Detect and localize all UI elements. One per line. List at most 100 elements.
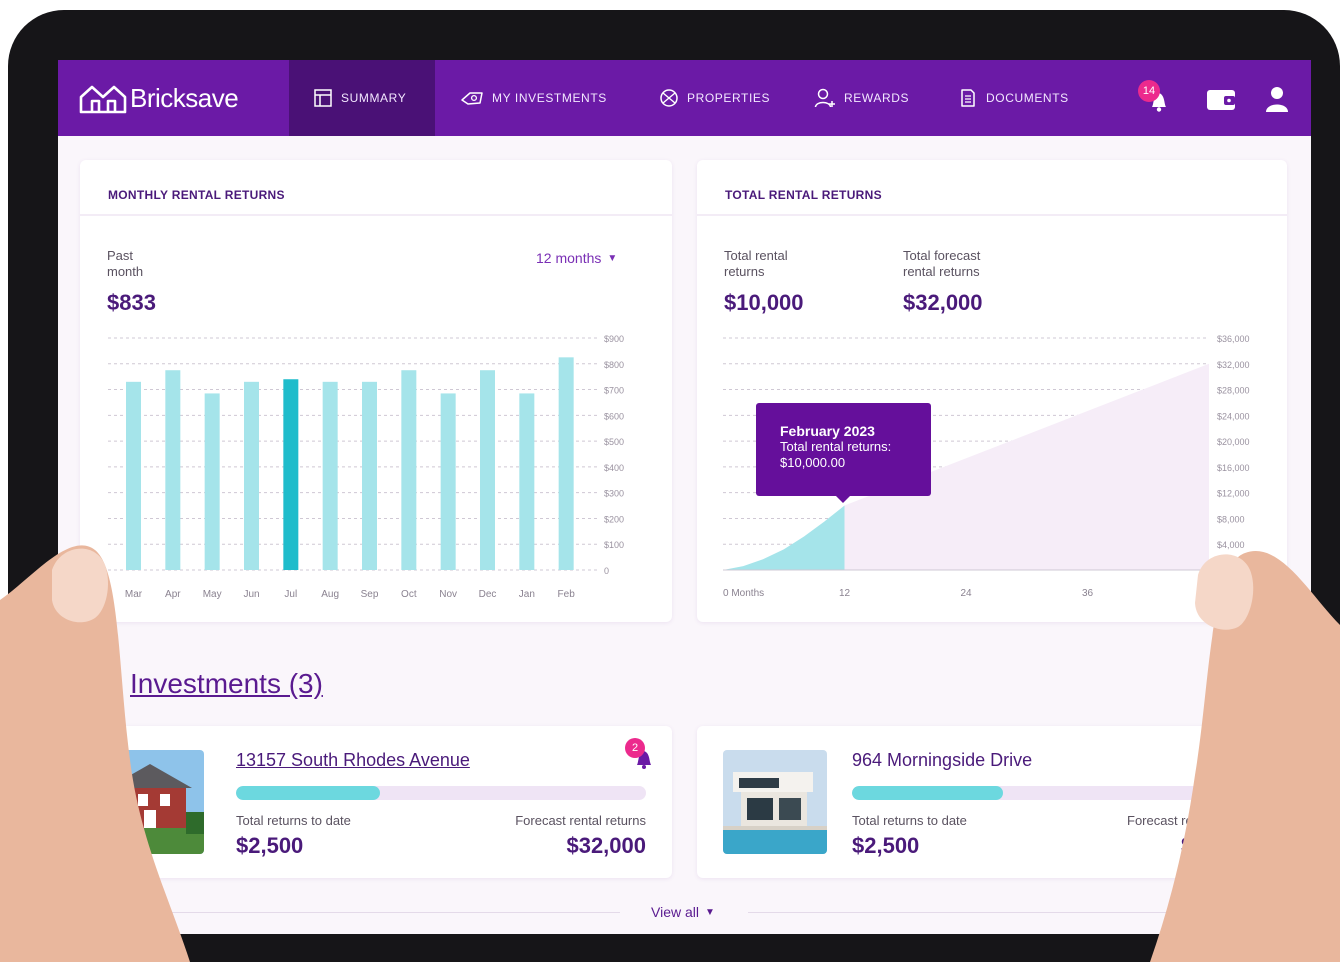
globe-icon — [660, 89, 678, 107]
brand-logo[interactable]: Bricksave — [78, 80, 239, 116]
notifications-button[interactable]: 14 — [1138, 80, 1176, 116]
divider — [748, 912, 1200, 913]
forecast-returns-label: Forecast rental returns — [1127, 813, 1258, 828]
app-screen: Bricksave SUMMARY MY INVESTMENTS PROPERT… — [58, 60, 1311, 934]
returns-area — [723, 505, 845, 570]
bar — [126, 381, 141, 570]
forecast-returns-value: $32,000 — [566, 833, 646, 858]
bar — [283, 379, 299, 570]
caret-down-icon: ▼ — [705, 906, 715, 918]
x-tick-label: Sep — [361, 589, 379, 600]
wallet-icon — [1207, 90, 1235, 110]
investment-progress-bar — [852, 786, 1282, 800]
tooltip-line-2: $10,000.00 — [780, 455, 846, 470]
nav-documents[interactable]: DOCUMENTS — [958, 60, 1069, 136]
investment-card[interactable]: 964 Morningside Drive Total returns to d… — [697, 726, 1311, 878]
user-plus-icon — [814, 88, 835, 108]
view-all-button[interactable]: View all ▼ — [651, 904, 715, 920]
investment-title[interactable]: 964 Morningside Drive — [852, 750, 1032, 771]
money-hand-icon — [461, 92, 483, 105]
total-rental-returns-card: TOTAL RENTAL RETURNS Total rental return… — [697, 160, 1287, 622]
returns-to-date-value: $2,500 — [852, 833, 920, 858]
investments-heading[interactable]: Investments (3) — [130, 668, 323, 700]
investment-progress-bar — [236, 786, 646, 800]
investment-notifications-button[interactable]: 2 — [625, 738, 659, 772]
returns-to-date-label: Total returns to date — [236, 813, 351, 828]
bar — [440, 393, 456, 570]
y-tick-label: $20,000 — [1217, 437, 1250, 447]
y-tick-label: $200 — [604, 514, 624, 524]
nav-rewards-label: REWARDS — [844, 91, 910, 105]
x-tick-label: Jan — [519, 589, 535, 600]
user-icon — [1266, 87, 1288, 112]
tooltip-line-1: Total rental returns: — [780, 439, 892, 454]
x-tick-label: Aug — [321, 589, 339, 600]
x-tick-label: Jun — [243, 589, 259, 600]
nav-summary[interactable]: SUMMARY — [289, 60, 435, 136]
chart-tooltip: February 2023 Total rental returns: $10,… — [756, 403, 931, 503]
nav-properties-label: PROPERTIES — [687, 91, 771, 105]
x-tick-label: 36 — [1082, 588, 1094, 599]
y-tick-label: $32,000 — [1217, 360, 1250, 370]
nav-documents-label: DOCUMENTS — [986, 91, 1069, 105]
y-tick-label: $4,000 — [1217, 540, 1245, 550]
y-tick-label: $24,000 — [1217, 411, 1250, 421]
top-navbar: Bricksave SUMMARY MY INVESTMENTS PROPERT… — [58, 60, 1311, 136]
property-photo-modern-house — [723, 750, 827, 854]
bar — [204, 393, 220, 570]
bar — [401, 370, 417, 570]
x-tick-label: 12 — [839, 588, 851, 599]
y-tick-label: $36,000 — [1217, 334, 1250, 344]
investment-title[interactable]: 13157 South Rhodes Avenue — [236, 750, 470, 771]
tooltip-title: February 2023 — [780, 423, 875, 439]
y-tick-label: $800 — [604, 360, 624, 370]
x-tick-label: Oct — [401, 589, 417, 600]
investment-progress-fill — [236, 786, 380, 800]
bar — [244, 381, 259, 570]
investment-notification-badge: 2 — [625, 738, 645, 758]
brand-name: Bricksave — [130, 82, 239, 113]
y-tick-label: $12,000 — [1217, 489, 1250, 499]
y-tick-label: 0 — [604, 566, 609, 576]
layout-icon — [314, 89, 332, 107]
nav-rewards[interactable]: REWARDS — [814, 60, 909, 136]
returns-to-date-label: Total returns to date — [852, 813, 967, 828]
investment-progress-fill — [852, 786, 1003, 800]
monthly-rental-returns-card: MONTHLY RENTAL RETURNS Past month $833 1… — [80, 160, 672, 622]
x-tick-label: Feb — [558, 589, 576, 600]
x-tick-label: Apr — [165, 589, 181, 600]
x-tick-label: Mar — [125, 589, 143, 600]
nav-properties[interactable]: PROPERTIES — [659, 60, 770, 136]
x-tick-label: Jul — [284, 589, 297, 600]
x-tick-label: 0 Months — [723, 588, 764, 599]
divider — [168, 912, 620, 913]
bar — [362, 381, 377, 570]
y-tick-label: $8,000 — [1217, 514, 1245, 524]
notification-count-badge: 14 — [1138, 80, 1160, 102]
nav-investments-label: MY INVESTMENTS — [492, 91, 607, 105]
nav-my-investments[interactable]: MY INVESTMENTS — [460, 60, 607, 136]
y-tick-label: $500 — [604, 437, 624, 447]
bar — [322, 381, 338, 570]
y-tick-label: $400 — [604, 463, 624, 473]
x-tick-label: 24 — [960, 588, 972, 599]
forecast-returns-label: Forecast rental returns — [515, 813, 646, 828]
bar — [480, 370, 495, 570]
y-tick-label: $28,000 — [1217, 386, 1250, 396]
y-tick-label: $900 — [604, 334, 624, 344]
nav-summary-label: SUMMARY — [341, 91, 407, 105]
investment-card[interactable]: 13157 South Rhodes Avenue 2 Total return… — [80, 726, 672, 878]
document-icon — [961, 89, 975, 107]
x-tick-label: Dec — [479, 589, 497, 600]
forecast-returns-value: $32,000 — [1181, 833, 1261, 858]
bar — [519, 393, 535, 570]
returns-to-date-value: $2,500 — [236, 833, 304, 858]
y-tick-label: $16,000 — [1217, 463, 1250, 473]
y-tick-label: $700 — [604, 386, 624, 396]
total-area-chart: $36,000 $32,000 $28,000 $24,000 $20,000 $16,0… — [723, 334, 1250, 599]
property-photo-house — [100, 750, 204, 854]
wallet-button[interactable] — [1204, 82, 1238, 116]
y-tick-label: $300 — [604, 489, 624, 499]
y-tick-label: $600 — [604, 411, 624, 421]
account-button[interactable] — [1260, 82, 1294, 116]
